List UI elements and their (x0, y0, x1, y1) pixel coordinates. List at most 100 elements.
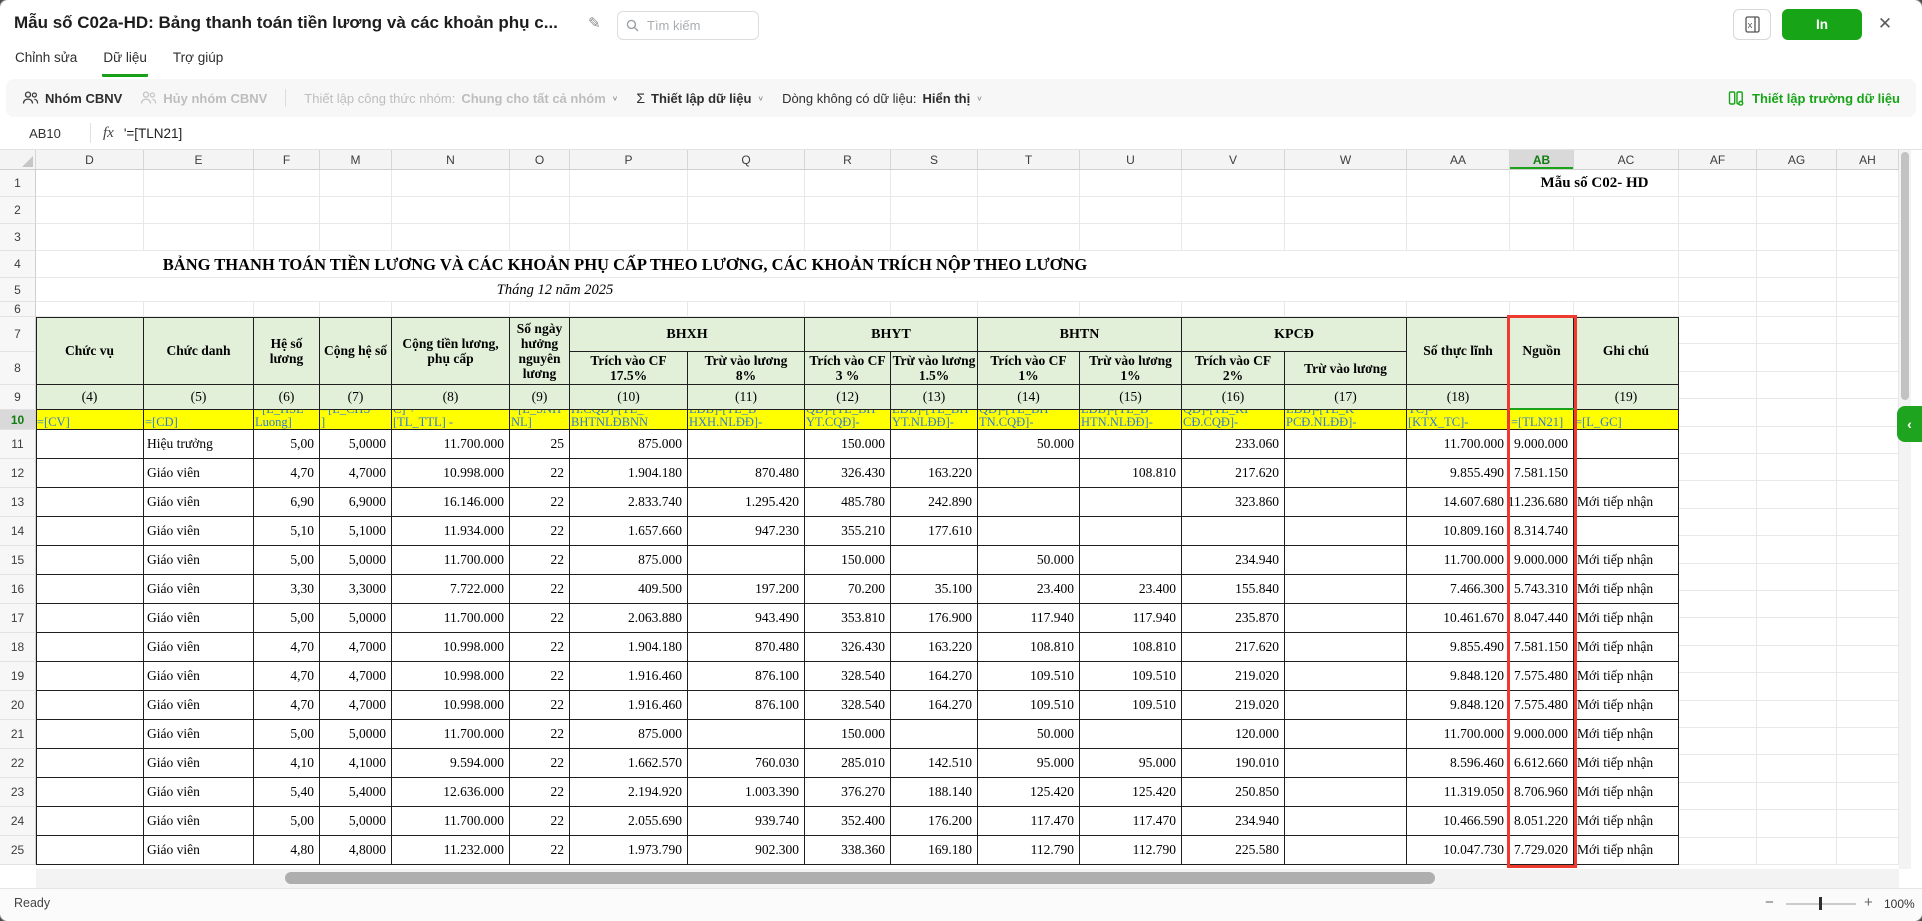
cell[interactable]: 870.480 (688, 459, 805, 488)
cell[interactable] (254, 302, 320, 317)
cell[interactable] (1285, 517, 1407, 546)
column-header-E[interactable]: E (144, 150, 254, 170)
cell[interactable] (1837, 673, 1899, 700)
cell[interactable] (36, 778, 144, 807)
formula-cell[interactable]: LĐB]-[TL_B HTN.NLĐĐ]- (1080, 410, 1182, 430)
cell[interactable] (1407, 197, 1510, 224)
cell[interactable] (1679, 536, 1757, 563)
cell[interactable] (1574, 517, 1679, 546)
cell[interactable]: 22 (510, 604, 570, 633)
cell[interactable]: 150.000 (805, 720, 891, 749)
cell[interactable] (978, 251, 1080, 278)
cell[interactable] (805, 224, 891, 251)
cell[interactable]: 875.000 (570, 720, 688, 749)
cell[interactable]: 1.904.180 (570, 633, 688, 662)
cell[interactable] (144, 170, 254, 197)
cell[interactable] (1182, 517, 1285, 546)
header-cell[interactable]: Trích vào CF 17.5% (570, 352, 688, 385)
cell[interactable] (144, 251, 254, 278)
cell[interactable]: 169.180 (891, 836, 978, 865)
cell[interactable]: 70.200 (805, 575, 891, 604)
cell[interactable]: 1.916.460 (570, 691, 688, 720)
cell[interactable]: 5,00 (254, 546, 320, 575)
cell[interactable] (1837, 509, 1899, 536)
cell[interactable]: 1.003.390 (688, 778, 805, 807)
header-cell[interactable]: Số ngày hưởng nguyên lương (510, 317, 570, 385)
cell[interactable] (1080, 302, 1182, 317)
cell[interactable] (392, 302, 510, 317)
cell[interactable] (1837, 399, 1899, 426)
cell[interactable] (1510, 278, 1574, 302)
cell[interactable]: 6,9000 (320, 488, 392, 517)
cell[interactable]: 2.833.740 (570, 488, 688, 517)
cell[interactable] (1285, 430, 1407, 459)
cell[interactable]: 117.470 (1080, 807, 1182, 836)
row-header-25[interactable]: 25 (0, 836, 36, 865)
column-header-P[interactable]: P (570, 150, 688, 170)
cell[interactable]: 4,1000 (320, 749, 392, 778)
cell[interactable] (1757, 454, 1837, 481)
cell[interactable]: Mới tiếp nhận (1574, 720, 1679, 749)
cell[interactable] (1679, 302, 1757, 317)
cell[interactable]: 876.100 (688, 662, 805, 691)
cell[interactable] (36, 430, 144, 459)
formula-cell[interactable]: QĐ]-[TL_KP CĐ.CQĐ]- (1182, 410, 1285, 430)
cell[interactable] (1285, 170, 1407, 197)
cell[interactable]: Giáo viên (144, 517, 254, 546)
cell[interactable]: 6.612.660 (1510, 749, 1574, 778)
cell[interactable]: 338.360 (805, 836, 891, 865)
cell[interactable]: 150.000 (805, 430, 891, 459)
cell[interactable]: Giáo viên (144, 720, 254, 749)
cell[interactable]: 234.940 (1182, 546, 1285, 575)
cell[interactable] (36, 575, 144, 604)
cell[interactable]: 235.870 (1182, 604, 1285, 633)
cell[interactable]: 355.210 (805, 517, 891, 546)
cell[interactable]: Mới tiếp nhận (1574, 575, 1679, 604)
formula-cell[interactable]: C] + [TL_TTL] - (392, 410, 510, 430)
column-header-AG[interactable]: AG (1757, 150, 1837, 170)
cell[interactable]: 6,90 (254, 488, 320, 517)
column-header-F[interactable]: F (254, 150, 320, 170)
cell[interactable] (36, 691, 144, 720)
cell[interactable] (392, 170, 510, 197)
header-cell[interactable]: Chức vụ (36, 317, 144, 385)
column-number-cell[interactable]: (17) (1285, 385, 1407, 410)
cell[interactable] (1679, 481, 1757, 508)
row-header-15[interactable]: 15 (0, 546, 36, 575)
cell[interactable] (1837, 701, 1899, 728)
cell[interactable]: 328.540 (805, 691, 891, 720)
formula-cell[interactable]: =[CV] (36, 410, 144, 430)
cell[interactable]: 1.295.420 (688, 488, 805, 517)
row-header-17[interactable]: 17 (0, 604, 36, 633)
cell[interactable]: 108.810 (978, 633, 1080, 662)
cell[interactable]: 112.790 (978, 836, 1080, 865)
zoom-slider-handle[interactable] (1819, 897, 1822, 910)
cell[interactable] (891, 251, 978, 278)
cell[interactable]: Mới tiếp nhận (1574, 778, 1679, 807)
cell[interactable] (1574, 197, 1679, 224)
cell[interactable] (1285, 546, 1407, 575)
cell[interactable]: 188.140 (891, 778, 978, 807)
formula-cell[interactable]: TC]- [KTX_TC]- (1407, 410, 1510, 430)
cell[interactable] (688, 430, 805, 459)
cell[interactable] (570, 170, 688, 197)
cell[interactable] (688, 224, 805, 251)
formula-cell[interactable]: =[L_SNH NL] (510, 410, 570, 430)
cell[interactable] (570, 278, 688, 302)
cell[interactable] (1285, 633, 1407, 662)
row-header-16[interactable]: 16 (0, 575, 36, 604)
row-header-23[interactable]: 23 (0, 778, 36, 807)
cell[interactable] (1679, 509, 1757, 536)
cell[interactable] (1837, 454, 1899, 481)
cell[interactable] (805, 170, 891, 197)
cell[interactable] (1837, 372, 1899, 399)
cell[interactable] (978, 224, 1080, 251)
zoom-in-icon[interactable]: + (1864, 894, 1873, 911)
header-cell[interactable]: Trừ vào lương 1.5% (891, 352, 978, 385)
cell[interactable]: 217.620 (1182, 459, 1285, 488)
cell[interactable] (1757, 564, 1837, 591)
formula-cell[interactable]: =[L_CHS ] (320, 410, 392, 430)
cell[interactable]: 5,00 (254, 807, 320, 836)
cell[interactable]: 876.100 (688, 691, 805, 720)
cell[interactable] (1080, 546, 1182, 575)
